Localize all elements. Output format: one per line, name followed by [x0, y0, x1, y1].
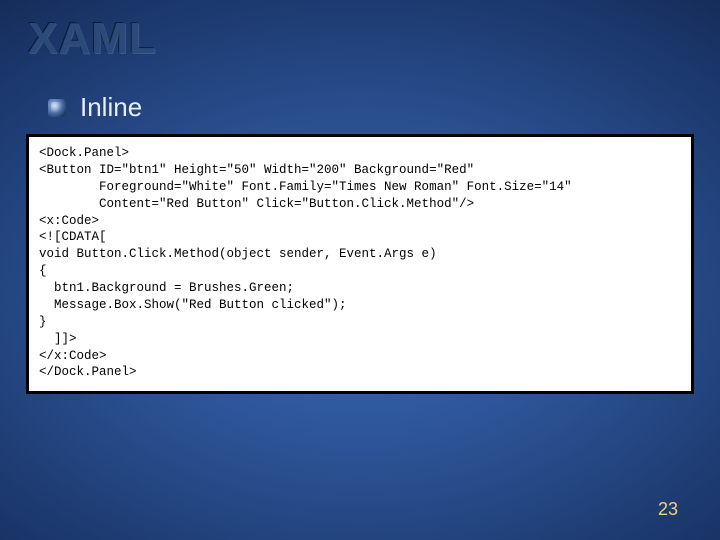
page-number: 23 [658, 499, 678, 520]
bullet-icon [48, 99, 66, 117]
code-block: <Dock.Panel> <Button ID="btn1" Height="5… [26, 134, 694, 394]
bullet-text: Inline [80, 92, 142, 123]
slide-title: XAML [28, 14, 157, 64]
code-content: <Dock.Panel> <Button ID="btn1" Height="5… [39, 145, 681, 381]
bullet-row: Inline [48, 92, 142, 123]
